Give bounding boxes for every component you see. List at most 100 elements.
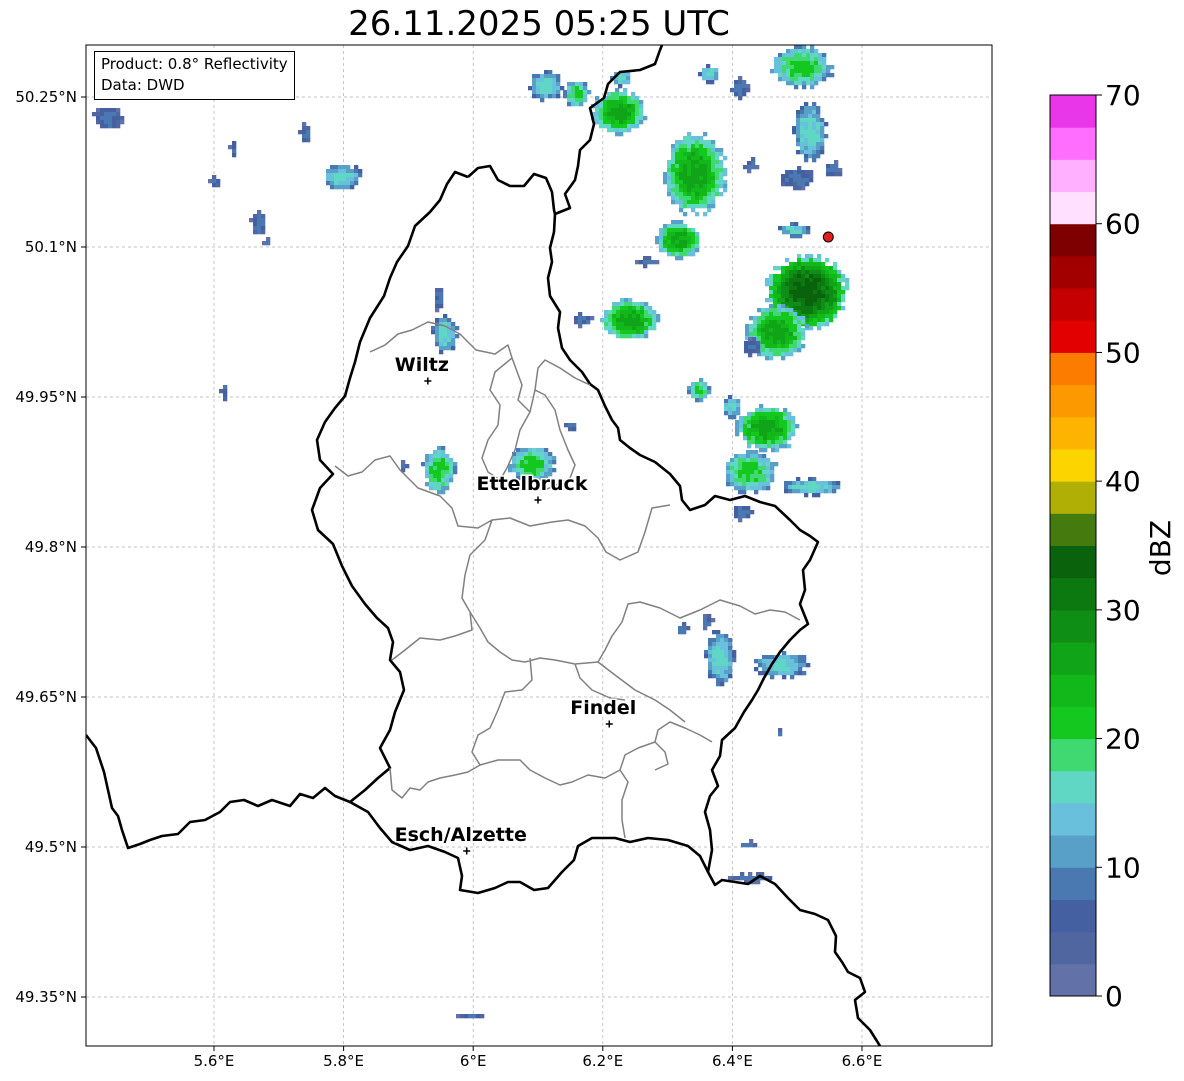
echo-pixel (656, 318, 661, 323)
echo-pixel (632, 306, 637, 311)
echo-pixel (679, 156, 684, 161)
echo-pixel (781, 286, 786, 291)
echo-pixel (813, 282, 818, 287)
echo-pixel (682, 626, 687, 631)
echo-pixel (262, 241, 267, 246)
echo-pixel (821, 262, 826, 267)
echo-pixel (719, 148, 724, 153)
echo-pixel (833, 270, 838, 275)
echo-pixel (824, 481, 829, 486)
echo-pixel (671, 152, 676, 157)
echo-pixel (691, 244, 696, 249)
echo-pixel (773, 320, 778, 325)
echo-pixel (695, 156, 700, 161)
echo-pixel (433, 450, 438, 455)
echo-pixel (743, 424, 748, 429)
echo-pixel (754, 490, 759, 495)
echo-pixel (548, 464, 553, 469)
echo-pixel (528, 86, 533, 91)
echo-pixel (212, 175, 217, 180)
echo-pixel (590, 316, 595, 321)
echo-pixel (820, 122, 825, 127)
echo-pixel (679, 152, 684, 157)
echo-pixel (790, 53, 795, 58)
echo-pixel (302, 134, 307, 139)
echo-pixel (797, 174, 802, 179)
echo-pixel (821, 290, 826, 295)
echo-pixel (710, 76, 715, 81)
echo-pixel (572, 427, 577, 432)
echo-pixel (763, 416, 768, 421)
echo-pixel (695, 394, 700, 399)
echo-pixel (732, 415, 737, 420)
echo-pixel (583, 90, 588, 95)
echo-pixel (801, 270, 806, 275)
echo-pixel (837, 282, 842, 287)
echo-pixel (797, 282, 802, 287)
echo-pixel (783, 440, 788, 445)
echo-pixel (652, 318, 657, 323)
echo-pixel (719, 164, 724, 169)
echo-pixel (762, 659, 767, 664)
echo-pixel (616, 302, 621, 307)
echo-pixel (338, 173, 343, 178)
echo-pixel (679, 144, 684, 149)
echo-pixel (632, 310, 637, 315)
echo-pixel (763, 420, 768, 425)
echo-pixel (762, 462, 767, 467)
echo-pixel (632, 318, 637, 323)
echo-pixel (750, 466, 755, 471)
echo-pixel (761, 336, 766, 341)
echo-pixel (618, 76, 623, 81)
echo-pixel (532, 78, 537, 83)
echo-pixel (790, 61, 795, 66)
echo-pixel (813, 318, 818, 323)
echo-pixel (706, 80, 711, 85)
echo-pixel (108, 124, 113, 129)
echo-pixel (703, 386, 708, 391)
radar-map: WiltzEttelbruckFindelEsch/Alzette 5.6°E 5… (15, 44, 993, 1070)
echo-pixel (620, 298, 625, 303)
echo-pixel (302, 130, 307, 135)
echo-pixel (724, 403, 729, 408)
echo-pixel (790, 671, 795, 676)
echo-pixel (738, 490, 743, 495)
echo-pixel (575, 82, 580, 87)
echo-pixel (759, 420, 764, 425)
echo-pixel (643, 264, 648, 269)
echo-pixel (604, 322, 609, 327)
echo-pixel (619, 128, 624, 133)
echo-pixel (512, 468, 517, 473)
echo-pixel (599, 124, 604, 129)
echo-pixel (773, 282, 778, 287)
echo-pixel (571, 90, 576, 95)
echo-pixel (796, 122, 801, 127)
echo-pixel (771, 428, 776, 433)
echo-pixel (796, 481, 801, 486)
echo-pixel (620, 330, 625, 335)
echo-pixel (711, 180, 716, 185)
echo-pixel (675, 252, 680, 257)
echo-pixel (754, 466, 759, 471)
echo-pixel (449, 466, 454, 471)
echo-pixel (804, 130, 809, 135)
echo-pixel (599, 120, 604, 125)
echo-pixel (825, 274, 830, 279)
y-tick-label: 49.5°N (25, 838, 77, 856)
echo-pixel (777, 278, 782, 283)
echo-pixel (707, 144, 712, 149)
echo-pixel (826, 172, 831, 177)
echo-pixel (797, 302, 802, 307)
echo-pixel (821, 322, 826, 327)
echo-pixel (691, 144, 696, 149)
echo-pixel (802, 663, 807, 668)
echo-pixel (695, 148, 700, 153)
echo-pixel (728, 411, 733, 416)
echo-pixel (833, 294, 838, 299)
echo-pixel (540, 78, 545, 83)
echo-pixel (257, 222, 262, 227)
echo-pixel (706, 76, 711, 81)
echo-pixel (615, 116, 620, 121)
echo-pixel (699, 378, 704, 383)
echo-pixel (802, 659, 807, 664)
